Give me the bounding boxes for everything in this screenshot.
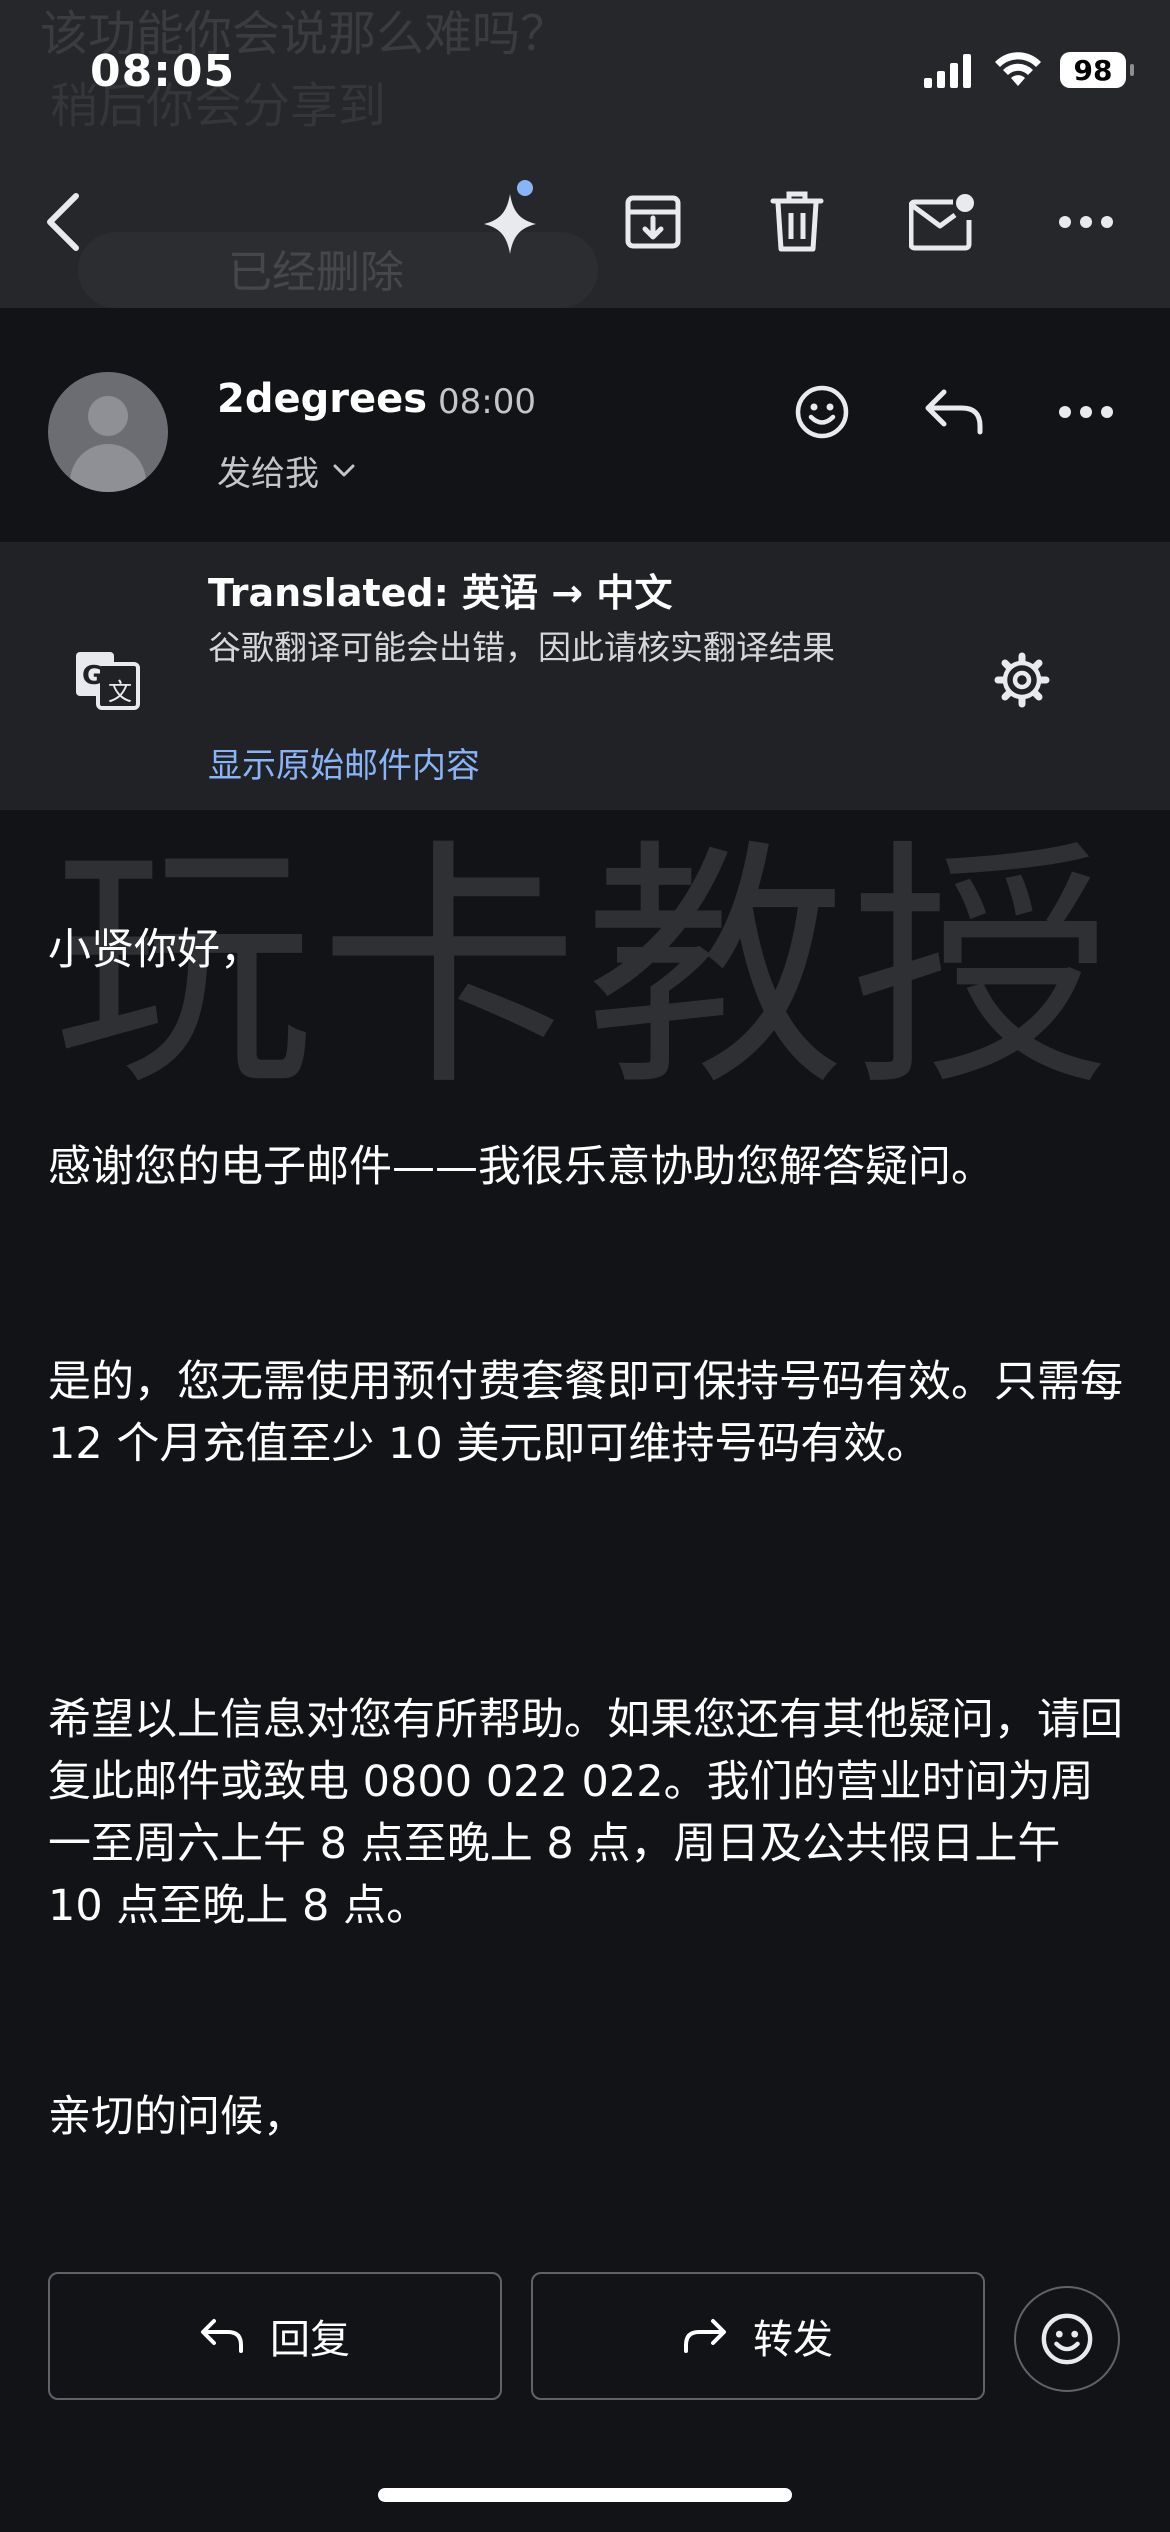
body-closing: 亲切的问候，	[48, 2092, 306, 2142]
google-translate-icon: G 文	[76, 652, 140, 710]
chevron-down-icon	[333, 464, 355, 476]
delete-button[interactable]	[755, 180, 839, 264]
home-indicator[interactable]	[378, 2488, 792, 2502]
more-options-button[interactable]	[1044, 180, 1128, 264]
body-paragraph-1: 感谢您的电子邮件——我很乐意协助您解答疑问。	[48, 1142, 994, 1192]
reply-button-label: 回复	[270, 2317, 350, 2363]
trash-icon	[770, 191, 824, 252]
background-ghost-chip-label: 已经删除	[228, 247, 404, 298]
body-paragraph-3: 希望以上信息对您有所帮助。如果您还有其他疑问，请回复此邮件或致电 0800 02…	[48, 1695, 1123, 1931]
translation-banner: G 文 Translated: 英语 → 中文 谷歌翻译可能会出错，因此请核实翻…	[0, 542, 1170, 810]
wifi-icon	[995, 52, 1041, 86]
archive-icon	[625, 195, 681, 249]
translation-title: Translated: 英语 → 中文	[208, 571, 673, 615]
body-greeting: 小贤你好，	[48, 925, 263, 975]
status-time: 08:05	[90, 46, 236, 97]
body-paragraph-2: 是的，您无需使用预付费套餐即可保持号码有效。只需每 12 个月充值至少 10 美…	[48, 1357, 1123, 1469]
gemini-button[interactable]	[468, 180, 552, 264]
cellular-signal-icon	[924, 54, 971, 88]
reply-button[interactable]: 回复	[48, 2272, 502, 2400]
reply-icon-button[interactable]	[912, 370, 996, 454]
emoji-reaction-button[interactable]	[1014, 2286, 1120, 2392]
translation-note: 谷歌翻译可能会出错，因此请核实翻译结果	[208, 628, 835, 667]
forward-icon	[684, 2319, 726, 2353]
battery-indicator: 98	[1060, 52, 1134, 88]
mark-unread-icon	[909, 194, 974, 251]
translation-settings-button[interactable]	[980, 638, 1064, 722]
recipient-toggle[interactable]: 发给我	[217, 446, 355, 495]
sender-avatar[interactable]	[48, 372, 168, 492]
reply-icon	[201, 2319, 243, 2353]
svg-text:文: 文	[108, 678, 132, 706]
react-emoji-button[interactable]	[780, 370, 864, 454]
mark-unread-button[interactable]	[900, 180, 984, 264]
top-app-bar: 该功能你会说那么难吗？ 稍后你会分享到 已经删除 08:05 98	[0, 0, 1170, 308]
reply-icon	[925, 389, 983, 435]
archive-button[interactable]	[611, 180, 695, 264]
svg-text:G: G	[82, 661, 103, 691]
recipient-label: 发给我	[217, 454, 319, 494]
gemini-sparkle-icon	[484, 180, 536, 254]
more-icon	[1059, 406, 1113, 418]
smiley-icon	[795, 385, 849, 439]
back-arrow-icon	[47, 193, 79, 251]
message-more-button[interactable]	[1044, 370, 1128, 454]
show-original-link[interactable]: 显示原始邮件内容	[208, 738, 480, 787]
sender-name: 2degrees	[217, 376, 428, 422]
more-icon	[1059, 216, 1113, 228]
avatar-head-shape	[88, 396, 128, 436]
smiley-icon	[1041, 2313, 1093, 2365]
forward-button[interactable]: 转发	[531, 2272, 985, 2400]
avatar-body-shape	[70, 444, 146, 492]
status-icons: 98	[924, 52, 1134, 88]
sender-time: 08:00	[438, 382, 536, 422]
gear-icon	[994, 652, 1050, 708]
back-button[interactable]	[24, 180, 108, 264]
forward-button-label: 转发	[753, 2317, 833, 2363]
